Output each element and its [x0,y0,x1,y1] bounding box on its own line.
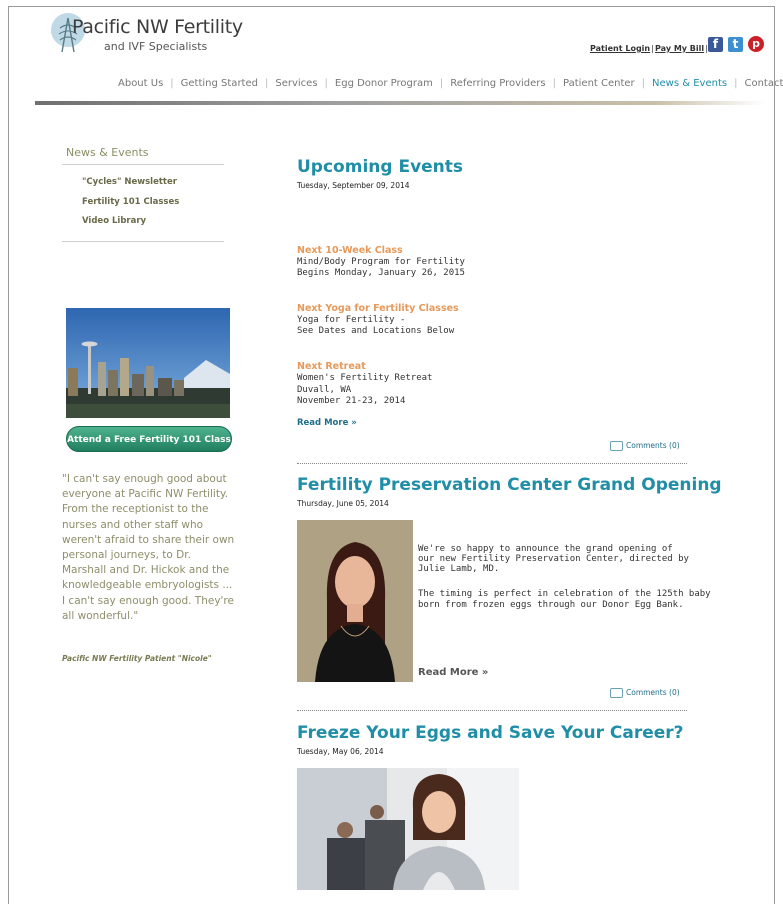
event-title: Next 10-Week Class [297,245,403,256]
nav-contact[interactable]: Contact [744,78,783,89]
comments-link[interactable]: Comments (0) [610,688,680,698]
sidebar-divider [62,241,224,242]
nav-divider: | [734,78,738,89]
event-title: Next Yoga for Fertility Classes [297,303,459,314]
sidebar-divider [62,164,224,165]
post-divider [297,463,687,464]
comments-label: Comments (0) [626,441,680,450]
post-date: Tuesday, May 06, 2014 [297,747,384,756]
nav-news-events[interactable]: News & Events [652,78,727,89]
sidebar-link-newsletter[interactable]: "Cycles" Newsletter [82,177,177,187]
post-date: Thursday, June 05, 2014 [297,499,389,508]
nav-divider: | [170,78,174,89]
nav-services[interactable]: Services [275,78,317,89]
sidebar-heading: News & Events [66,146,149,159]
post-title-upcoming-events[interactable]: Upcoming Events [297,157,463,177]
read-more-link[interactable]: Read More » [297,418,357,428]
doctor-portrait-image[interactable] [297,520,413,682]
logo-title: Pacific NW Fertility [72,16,243,38]
utility-separator: | [651,44,655,53]
post-title-freeze-eggs[interactable]: Freeze Your Eggs and Save Your Career? [297,723,684,743]
comments-label: Comments (0) [626,688,680,697]
free-class-button[interactable]: Attend a Free Fertility 101 Class [66,426,232,452]
logo-subtitle: and IVF Specialists [104,40,208,53]
nav-patient-center[interactable]: Patient Center [563,78,635,89]
nav-divider: | [552,78,557,89]
facebook-icon[interactable]: f [708,37,723,52]
seattle-skyline-image[interactable] [66,308,230,418]
event-line: Mind/Body Program for Fertility [297,257,465,267]
pay-bill-link[interactable]: Pay My Bill [655,44,704,53]
post-title-preservation-center[interactable]: Fertility Preservation Center Grand Open… [297,475,722,495]
testimonial-quote: "I can't say enough good about everyone … [62,473,235,622]
nav-divider: | [641,78,646,89]
businesswoman-image[interactable] [297,768,519,890]
event-line: See Dates and Locations Below [297,326,455,336]
twitter-icon[interactable]: t [728,37,743,52]
sidebar-link-fertility-101[interactable]: Fertility 101 Classes [82,197,179,207]
post-body-line: our new Fertility Preservation Center, d… [418,554,689,564]
nav-about-us[interactable]: About Us [118,78,163,89]
event-line: Yoga for Fertility - [297,315,406,325]
nav-egg-donor-program[interactable]: Egg Donor Program [335,78,433,89]
post-body-line: We're so happy to announce the grand ope… [418,544,673,554]
event-line: November 21-23, 2014 [297,396,406,406]
comment-icon [610,688,623,698]
post-body-line: Julie Lamb, MD. [418,564,500,574]
nav-divider: | [439,78,444,89]
header-divider [35,101,765,105]
post-divider [297,710,687,711]
post-body-line: The timing is perfect in celebration of … [418,589,711,599]
main-nav: About Us | Getting Started | Services | Egg Do… [118,78,783,89]
testimonial-author: Pacific NW Fertility Patient "Nicole" [62,654,212,663]
nav-getting-started[interactable]: Getting Started [181,78,258,89]
read-more-link[interactable]: Read More » [418,667,488,678]
utility-links: Patient Login|Pay My Bill| [590,44,709,53]
sidebar-link-video-library[interactable]: Video Library [82,216,146,226]
patient-login-link[interactable]: Patient Login [590,44,650,53]
nav-divider: | [264,78,269,89]
post-date: Tuesday, September 09, 2014 [297,181,410,190]
event-title: Next Retreat [297,361,366,372]
nav-divider: | [324,78,328,89]
nav-referring-providers[interactable]: Referring Providers [450,78,545,89]
event-line: Begins Monday, January 26, 2015 [297,268,465,278]
site-logo[interactable]: Pacific NW Fertility and IVF Specialists [48,10,268,60]
event-line: Women's Fertility Retreat [297,373,433,383]
event-line: Duvall, WA [297,385,352,395]
pinterest-icon[interactable]: p [748,36,764,52]
comment-icon [610,441,623,451]
post-body-line: born from frozen eggs through our Donor … [418,600,684,610]
comments-link[interactable]: Comments (0) [610,441,680,451]
